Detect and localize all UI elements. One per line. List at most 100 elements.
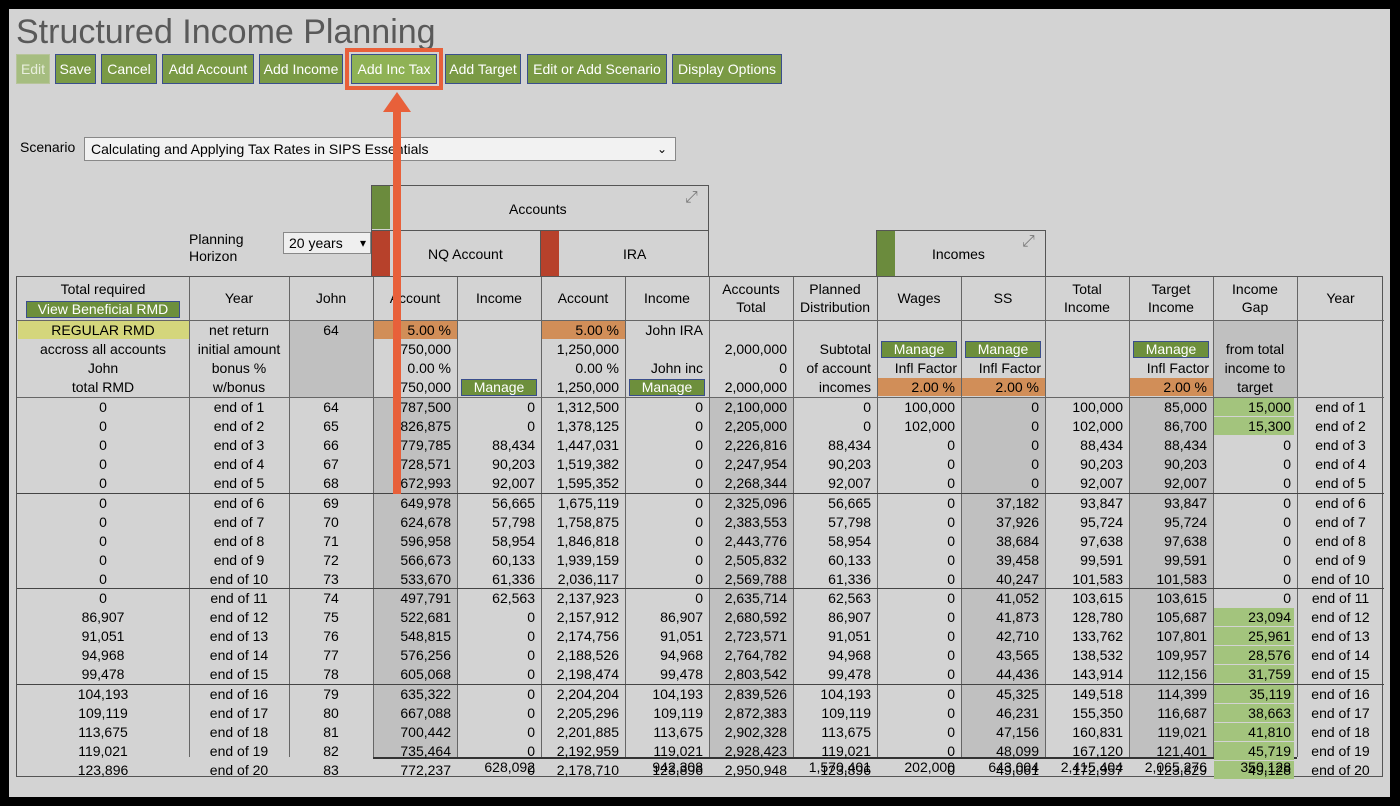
annotation-arrow [393, 107, 401, 494]
table-cell: 0 [1031, 399, 1039, 415]
table-cell: 40,247 [996, 570, 1039, 587]
wages-infl-factor[interactable]: 2.00 % [877, 378, 955, 396]
manage-button[interactable]: Manage [629, 379, 705, 396]
table-cell: 0 [527, 647, 535, 664]
table-cell: 548,815 [400, 628, 451, 645]
display-options-button[interactable]: Display Options [672, 54, 782, 84]
accounts-total-bonus: 0 [779, 360, 787, 376]
table-cell: 0 [695, 570, 703, 587]
nq-net-return[interactable]: 5.00 % [373, 321, 451, 339]
table-cell: end of 5 [213, 475, 265, 492]
table-cell: 0 [947, 723, 955, 740]
table-cell: 112,156 [1157, 666, 1207, 683]
table-cell: end of 2 [213, 418, 265, 435]
table-cell: 0 [1031, 456, 1039, 473]
table-cell: 2,872,383 [724, 704, 787, 721]
table-cell: 0 [527, 628, 535, 645]
table-cell: 0 [1283, 570, 1291, 587]
table-cell: 123,896 [77, 761, 129, 778]
table-cell: 624,678 [400, 513, 451, 530]
total-target: 2,065,276 [1144, 759, 1207, 775]
table-cell: 149,518 [1072, 685, 1123, 702]
manage-button[interactable]: Manage [461, 379, 537, 396]
table-cell: 57,798 [828, 513, 871, 530]
table-cell: 635,322 [400, 685, 451, 702]
table-cell: 0 [99, 456, 107, 473]
table-cell: 97,638 [1164, 532, 1207, 549]
collapse-icon[interactable]: ⤢ [685, 189, 698, 207]
table-cell: end of 9 [1315, 551, 1366, 568]
table-cell: 101,583 [1156, 570, 1207, 587]
table-cell: 728,571 [400, 456, 451, 473]
table-cell: 0 [947, 590, 955, 606]
add-account-button[interactable]: Add Account [162, 54, 254, 84]
edit-or-add-scenario-button[interactable]: Edit or Add Scenario [527, 54, 667, 84]
table-cell: end of 8 [213, 532, 265, 549]
total-income-sum: 2,415,404 [1060, 759, 1123, 775]
table-cell: 133,762 [1072, 628, 1123, 645]
table-cell: 60,133 [828, 551, 871, 568]
year-right-header: Year [1326, 290, 1355, 306]
table-cell: 735,464 [400, 742, 451, 759]
table-cell: 596,958 [400, 532, 451, 549]
table-cell: end of 7 [213, 513, 265, 530]
view-beneficial-rmd-button[interactable]: View Beneficial RMD [26, 301, 180, 318]
table-cell: end of 7 [1315, 513, 1366, 530]
app-window: Structured Income Planning Edit Save Can… [9, 9, 1390, 797]
table-cell: 45,325 [996, 685, 1039, 702]
ira-account-header: Account [557, 290, 609, 306]
ss-infl-factor[interactable]: 2.00 % [961, 378, 1039, 396]
save-button[interactable]: Save [55, 54, 96, 84]
table-cell: 76 [323, 628, 339, 645]
manage-button[interactable]: Manage [881, 341, 957, 358]
add-inc-tax-button[interactable]: Add Inc Tax [345, 48, 443, 90]
total-income-header: Total [1072, 281, 1102, 297]
table-cell: 62,563 [828, 590, 871, 606]
manage-button[interactable]: Manage [1133, 341, 1209, 358]
plan-table: Total required View Beneficial RMD Year Joh… [16, 276, 1384, 779]
scenario-label: Scenario [20, 139, 76, 155]
table-cell: 0 [99, 513, 107, 530]
manage-button[interactable]: Manage [965, 341, 1041, 358]
table-cell: 73 [323, 570, 339, 587]
ira-net-return[interactable]: 5.00 % [541, 321, 619, 339]
table-cell: 533,670 [400, 570, 451, 587]
table-cell: 0 [527, 609, 535, 626]
table-cell: 46,231 [996, 704, 1039, 721]
table-cell: 99,591 [1164, 551, 1207, 568]
edit-button[interactable]: Edit [16, 54, 50, 84]
table-cell: 116,687 [1157, 704, 1207, 721]
table-cell: 0 [527, 685, 535, 702]
table-cell: 0 [695, 513, 703, 530]
table-cell: 74 [323, 590, 339, 606]
nq-account-label: NQ Account [428, 246, 503, 262]
table-cell: 2,204,204 [556, 685, 619, 702]
add-income-button[interactable]: Add Income [259, 54, 343, 84]
table-cell: 2,268,344 [724, 475, 787, 492]
table-cell: end of 20 [1311, 761, 1370, 778]
cancel-button[interactable]: Cancel [101, 54, 157, 84]
subtotal-label: Subtotal [819, 341, 871, 357]
planning-horizon-select[interactable]: 20 years ▾ [283, 232, 371, 254]
table-cell: 1,447,031 [556, 437, 619, 454]
nq-account-header: Account [389, 290, 441, 306]
table-cell: 68 [323, 475, 339, 492]
planning-horizon-value: 20 years [289, 235, 343, 251]
table-cell: 64 [323, 399, 339, 415]
table-cell: 95,724 [1164, 513, 1207, 530]
table-cell: 0 [1031, 418, 1039, 435]
table-cell: 2,569,788 [724, 570, 787, 587]
table-cell: 0 [947, 704, 955, 721]
table-cell: end of 18 [209, 723, 269, 740]
table-cell: 91,051 [828, 628, 871, 645]
table-cell: 105,687 [1156, 609, 1207, 626]
initial-amount-label: initial amount [197, 341, 281, 357]
table-cell: 90,203 [492, 456, 535, 473]
target-infl-factor[interactable]: 2.00 % [1129, 378, 1207, 396]
table-cell: 0 [695, 399, 703, 415]
scenario-select[interactable]: Calculating and Applying Tax Rates in SI… [84, 137, 676, 161]
accounts-total-initial: 2,000,000 [724, 341, 787, 357]
collapse-icon[interactable]: ⤢ [1022, 233, 1035, 251]
add-target-button[interactable]: Add Target [445, 54, 521, 84]
infl-factor-label: Infl Factor [1146, 360, 1209, 376]
